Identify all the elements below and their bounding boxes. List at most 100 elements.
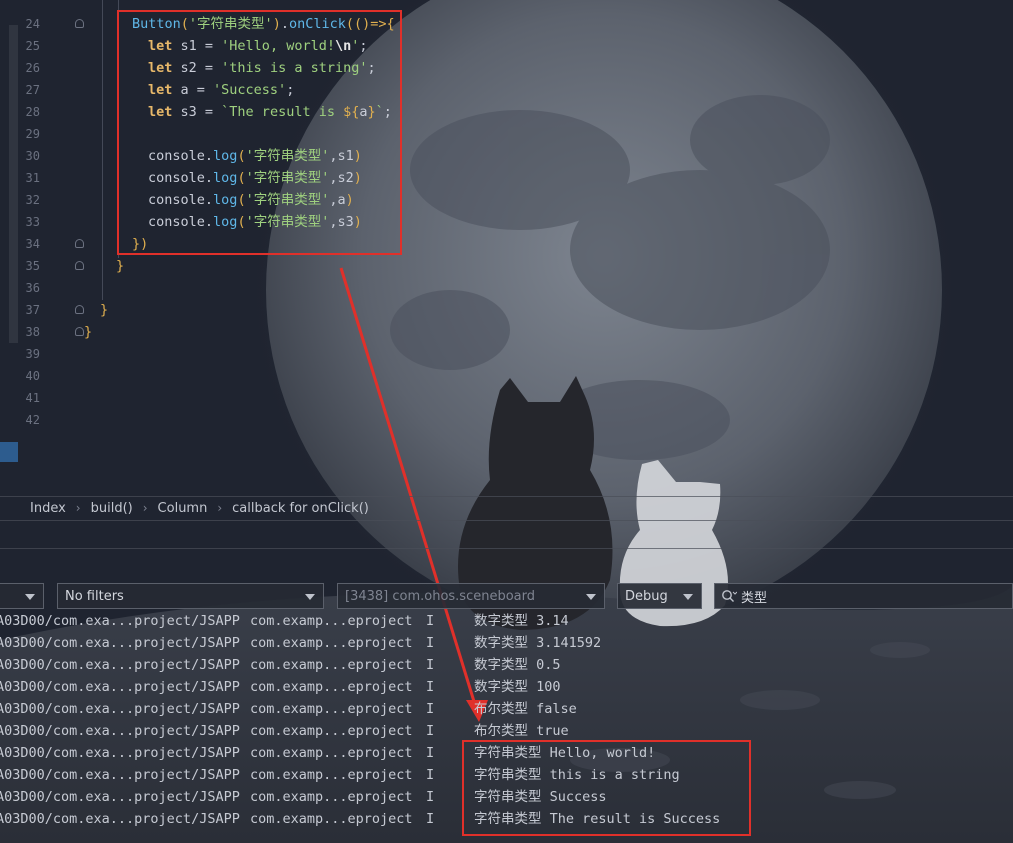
code-highlight-box [117,10,402,255]
log-package: com.examp...eproject [250,745,413,761]
line-number: 37 [25,303,40,317]
filter-select[interactable]: No filters [57,583,324,609]
fold-marker-icon[interactable] [75,327,84,336]
code-line: } [116,255,124,277]
log-package: com.examp...eproject [250,789,413,805]
code-token: } [84,324,93,340]
line-number: 39 [25,347,40,361]
log-package: com.examp...eproject [250,635,413,651]
fold-marker-icon[interactable] [75,239,84,248]
line-number-gutter: 24 25 26 27 28 29 30 31 32 33 34 35 36 37 38 39 40 41 42 [20,0,84,430]
code-token: } [100,302,109,318]
log-tag: A03D00/com.exa...project/JSAPP [0,679,240,695]
panel-divider [0,520,1013,521]
log-tag: A03D00/com.exa...project/JSAPP [0,657,240,673]
chevron-down-icon [683,594,693,600]
log-tag: A03D00/com.exa...project/JSAPP [0,767,240,783]
line-number: 30 [25,149,40,163]
log-row[interactable]: A03D00/com.exa...project/JSAPP com.examp.… [0,610,1013,632]
log-level: I [426,811,435,827]
log-level: I [426,657,435,673]
log-level: I [426,745,435,761]
line-number: 34 [25,237,40,251]
ide-window: 24 25 26 27 28 29 30 31 32 33 34 35 36 37 38 39 40 41 42 B… [0,0,1013,843]
line-number: 27 [25,83,40,97]
line-number: 31 [25,171,40,185]
log-level: I [426,635,435,651]
log-level: I [426,679,435,695]
log-search-field[interactable]: 类型 [714,583,1013,609]
log-message: 布尔类型 false [474,701,577,717]
log-tag: A03D00/com.exa...project/JSAPP [0,613,240,629]
log-row[interactable]: A03D00/com.exa...project/JSAPP com.examp.… [0,720,1013,742]
log-level: I [426,723,435,739]
log-tag: A03D00/com.exa...project/JSAPP [0,723,240,739]
log-row[interactable]: A03D00/com.exa...project/JSAPP com.examp.… [0,676,1013,698]
process-select-value: [3438] com.ohos.sceneboard [345,588,536,604]
log-package: com.examp...eproject [250,613,413,629]
log-package: com.examp...eproject [250,723,413,739]
log-package: com.examp...eproject [250,679,413,695]
line-number: 28 [25,105,40,119]
log-level-select[interactable]: Debug [617,583,702,609]
log-package: com.examp...eproject [250,811,413,827]
line-number: 25 [25,39,40,53]
fold-marker-icon[interactable] [75,261,84,270]
fold-marker-icon[interactable] [75,305,84,314]
log-message: 数字类型 0.5 [474,657,561,673]
line-number: 33 [25,215,40,229]
log-tag: A03D00/com.exa...project/JSAPP [0,701,240,717]
chevron-down-icon [586,594,596,600]
chevron-down-icon [305,594,315,600]
chevron-down-icon [25,594,35,600]
device-select[interactable] [0,583,44,609]
code-token: } [116,258,125,274]
log-level: I [426,789,435,805]
log-search-value: 类型 [741,590,768,606]
editor-scrollbar[interactable] [9,25,18,343]
log-message: 数字类型 3.141592 [474,635,602,651]
log-message: 数字类型 100 [474,679,561,695]
search-icon [722,590,737,602]
code-line: } [100,299,108,321]
log-tag: A03D00/com.exa...project/JSAPP [0,789,240,805]
line-number: 38 [25,325,40,339]
line-number: 41 [25,391,40,405]
filter-select-value: No filters [65,588,124,604]
log-tag: A03D00/com.exa...project/JSAPP [0,745,240,761]
log-row[interactable]: A03D00/com.exa...project/JSAPP com.examp.… [0,654,1013,676]
log-row[interactable]: A03D00/com.exa...project/JSAPP com.examp.… [0,632,1013,654]
breadcrumb-item[interactable]: build() [81,501,143,516]
panel-header-divider [0,548,1013,549]
log-message: 布尔类型 true [474,723,569,739]
breadcrumb-item[interactable]: callback for onClick() [222,501,379,516]
fold-marker-icon[interactable] [75,19,84,28]
breadcrumb: Index › build() › Column › callback for onClic… [20,497,1013,519]
breadcrumb-item[interactable]: Index [20,501,76,516]
log-tag: A03D00/com.exa...project/JSAPP [0,635,240,651]
log-level: I [426,613,435,629]
log-package: com.examp...eproject [250,657,413,673]
line-number: 35 [25,259,40,273]
log-tag: A03D00/com.exa...project/JSAPP [0,811,240,827]
log-level-value: Debug [625,588,668,604]
indent-guide [102,0,103,300]
log-toolbar: No filters [3438] com.ohos.sceneboard De… [0,581,1013,611]
line-number: 26 [25,61,40,75]
line-number: 24 [25,17,40,31]
code-line: } [84,321,92,343]
editor-scroll-marker[interactable] [0,442,18,462]
line-number: 42 [25,413,40,427]
line-number: 29 [25,127,40,141]
line-number: 32 [25,193,40,207]
log-level: I [426,767,435,783]
process-select[interactable]: [3438] com.ohos.sceneboard [337,583,605,609]
log-row[interactable]: A03D00/com.exa...project/JSAPP com.examp.… [0,698,1013,720]
log-level: I [426,701,435,717]
log-package: com.examp...eproject [250,701,413,717]
line-number: 40 [25,369,40,383]
log-message: 数字类型 3.14 [474,613,569,629]
log-package: com.examp...eproject [250,767,413,783]
log-highlight-box [462,740,751,836]
breadcrumb-item[interactable]: Column [148,501,218,516]
